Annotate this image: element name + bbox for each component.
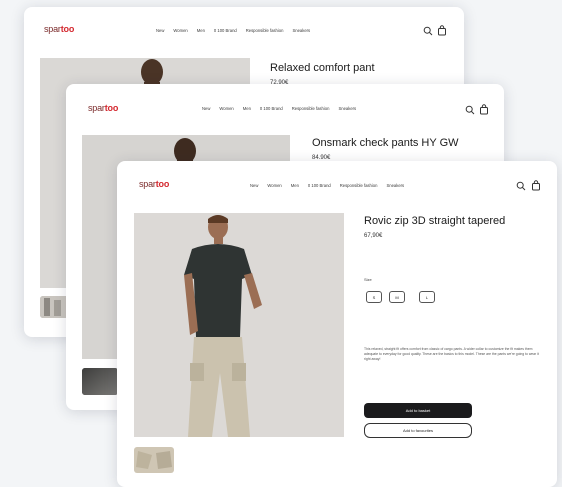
- nav-item-responsible[interactable]: Responsible fashion: [246, 28, 284, 33]
- size-option-s[interactable]: S: [366, 291, 382, 303]
- nav-item-brand[interactable]: 0 100 Brand: [214, 28, 237, 33]
- size-label: Size: [364, 277, 372, 282]
- nav-item-brand[interactable]: 0 100 Brand: [260, 106, 283, 111]
- nav-item-responsible[interactable]: Responsible fashion: [340, 183, 378, 188]
- shopping-bag-icon[interactable]: [437, 25, 447, 36]
- main-nav: New Women Men 0 100 Brand Responsible fa…: [156, 28, 310, 33]
- shopping-bag-icon[interactable]: [479, 104, 489, 115]
- nav-item-sneakers[interactable]: Sneakers: [338, 106, 356, 111]
- main-nav: New Women Men 0 100 Brand Responsible fa…: [202, 106, 356, 111]
- brand-logo[interactable]: spartoo: [44, 24, 74, 34]
- nav-item-men[interactable]: Men: [291, 183, 299, 188]
- search-icon[interactable]: [465, 105, 475, 115]
- product-thumbnail[interactable]: [40, 296, 68, 318]
- nav-item-new[interactable]: New: [202, 106, 210, 111]
- nav-item-women[interactable]: Women: [219, 106, 233, 111]
- nav-item-brand[interactable]: 0 100 Brand: [308, 183, 331, 188]
- shopping-bag-icon[interactable]: [531, 180, 541, 191]
- nav-item-new[interactable]: New: [156, 28, 164, 33]
- size-option-l[interactable]: L: [419, 291, 435, 303]
- nav-item-men[interactable]: Men: [243, 106, 251, 111]
- product-title: Relaxed comfort pant: [270, 62, 375, 74]
- nav-item-new[interactable]: New: [250, 183, 258, 188]
- product-title: Rovic zip 3D straight tapered: [364, 215, 506, 227]
- nav-item-women[interactable]: Women: [173, 28, 187, 33]
- product-photo: [134, 213, 344, 437]
- nav-item-women[interactable]: Women: [267, 183, 281, 188]
- add-to-basket-button[interactable]: Add to basket: [364, 403, 472, 418]
- main-nav: New Women Men 0 100 Brand Responsible fa…: [250, 183, 404, 188]
- search-icon[interactable]: [423, 26, 433, 36]
- product-title: Onsmark check pants HY GW: [312, 137, 459, 149]
- size-option-m[interactable]: M: [389, 291, 405, 303]
- nav-item-responsible[interactable]: Responsible fashion: [292, 106, 330, 111]
- add-to-favourites-button[interactable]: Add to favourites: [364, 423, 472, 438]
- product-price: 67,90€: [364, 233, 383, 239]
- search-icon[interactable]: [516, 181, 526, 191]
- product-card-front: spartoo New Women Men 0 100 Brand Respon…: [117, 161, 557, 487]
- brand-logo[interactable]: spartoo: [139, 179, 169, 189]
- product-description: This relaxed, straight fit offers comfor…: [364, 347, 539, 361]
- nav-item-sneakers[interactable]: Sneakers: [292, 28, 310, 33]
- product-thumbnail[interactable]: [82, 368, 118, 395]
- nav-item-sneakers[interactable]: Sneakers: [386, 183, 404, 188]
- brand-logo[interactable]: spartoo: [88, 103, 118, 113]
- nav-item-men[interactable]: Men: [197, 28, 205, 33]
- product-thumbnail[interactable]: [134, 447, 174, 473]
